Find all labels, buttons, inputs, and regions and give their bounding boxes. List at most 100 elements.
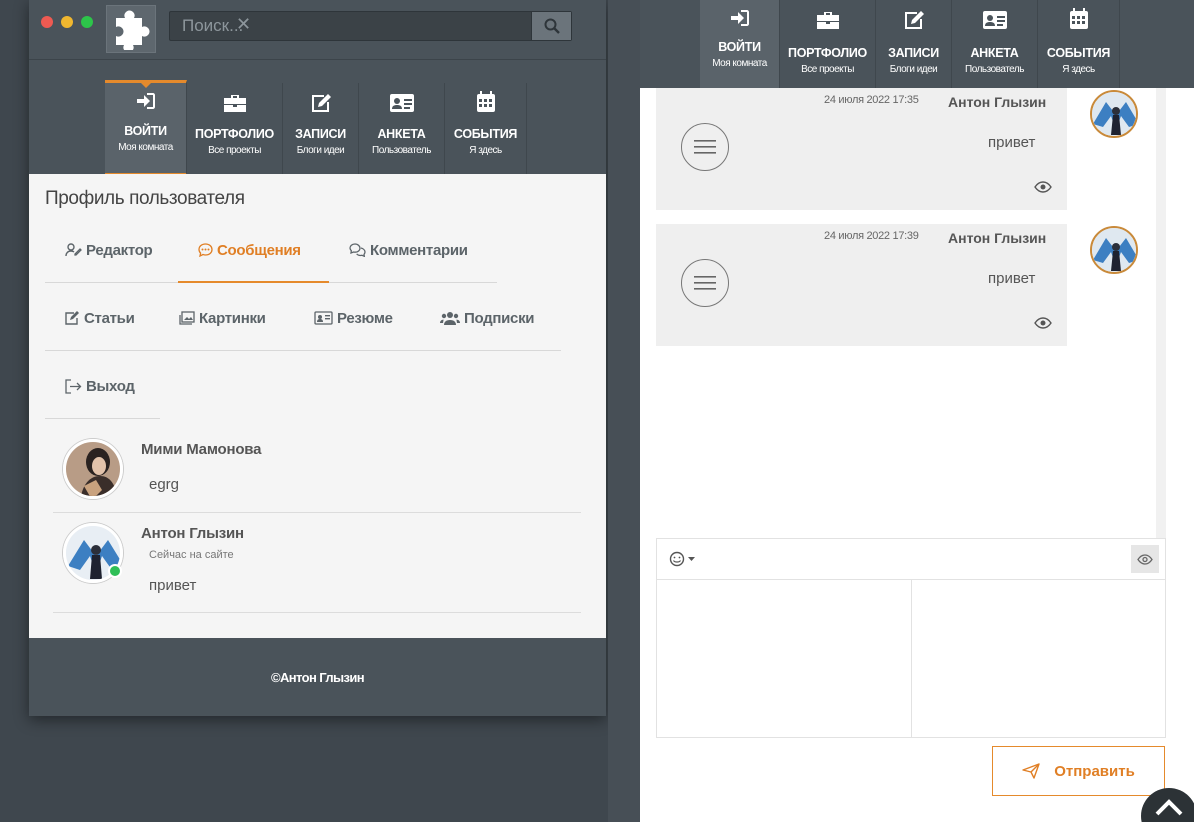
menu-icon <box>694 140 716 154</box>
message-text: привет <box>988 134 1036 151</box>
preview-button[interactable] <box>1131 545 1159 573</box>
nav-label: ПОРТФОЛИО <box>788 46 867 60</box>
conversation-preview: egrg <box>149 476 180 493</box>
online-status: Сейчас на сайте <box>149 549 234 561</box>
nav-posts[interactable]: ЗАПИСИ Блоги идеи <box>876 0 952 88</box>
tab-label: Картинки <box>199 309 266 327</box>
nav-sub: Все проекты <box>208 145 261 156</box>
nav-sub: Пользователь <box>965 64 1024 75</box>
page-title: Профиль пользователя <box>45 188 245 209</box>
tab-messages[interactable]: Сообщения <box>198 237 301 263</box>
tab-divider <box>45 350 561 351</box>
close-window-button[interactable] <box>41 16 53 28</box>
tab-images[interactable]: Картинки <box>179 305 266 331</box>
puzzle-icon <box>116 10 150 50</box>
sign-in-icon <box>136 93 155 109</box>
nav-sub: Моя комната <box>712 58 767 69</box>
edit-icon <box>311 94 331 112</box>
nav-profile[interactable]: АНКЕТА Пользователь <box>359 83 445 179</box>
footer: ©Антон Глызин <box>29 638 606 716</box>
nav-portfolio[interactable]: ПОРТФОЛИО Все проекты <box>780 0 876 88</box>
editor-toolbar <box>656 538 1166 580</box>
footer-copyright: ©Антон Глызин <box>270 669 365 685</box>
minimize-window-button[interactable] <box>61 16 73 28</box>
active-caret <box>140 83 151 88</box>
tab-label: Статьи <box>84 309 135 327</box>
nav-label: АНКЕТА <box>970 46 1019 60</box>
avatar-image <box>66 442 120 496</box>
message-date: 24 июля 2022 17:35 <box>824 94 919 106</box>
tab-articles[interactable]: Статьи <box>65 305 135 331</box>
conversation-item[interactable]: Мими Мамонова egrg <box>53 429 581 513</box>
nav-label: ПОРТФОЛИО <box>195 127 274 141</box>
active-tab-indicator <box>178 281 329 283</box>
tab-comments[interactable]: Комментарии <box>349 237 468 263</box>
users-icon <box>440 312 460 325</box>
briefcase-icon <box>223 95 246 112</box>
nav-login[interactable]: ВОЙТИ Моя комната <box>105 80 187 176</box>
eye-icon <box>1034 314 1052 333</box>
message-author: Антон Глызин <box>948 230 1047 246</box>
title-bar: ✕ <box>29 0 606 60</box>
message-text: привет <box>988 270 1036 287</box>
nav-sub: Блоги идеи <box>889 64 938 75</box>
edit-icon <box>904 11 924 29</box>
message-menu-button[interactable] <box>681 123 729 171</box>
nav-portfolio[interactable]: ПОРТФОЛИО Все проекты <box>187 83 283 179</box>
emoji-button[interactable] <box>669 551 695 567</box>
chevron-up-icon <box>1155 799 1183 816</box>
nav-sub: Моя комната <box>118 142 173 153</box>
clear-search-icon[interactable]: ✕ <box>236 14 251 35</box>
site-logo[interactable] <box>106 5 156 53</box>
briefcase-icon <box>816 12 839 29</box>
calendar-icon <box>1069 8 1088 29</box>
tab-subscriptions[interactable]: Подписки <box>440 305 535 331</box>
nav-login[interactable]: ВОЙТИ Моя комната <box>700 0 780 95</box>
nav-events[interactable]: СОБЫТИЯ Я здесь <box>1038 0 1120 88</box>
left-window: ✕ ВОЙТИ Моя комната ПОРТФОЛИО Все проект… <box>29 0 606 716</box>
search-input[interactable] <box>170 12 531 40</box>
maximize-window-button[interactable] <box>81 16 93 28</box>
eye-icon <box>1034 178 1052 197</box>
chat-messages: 24 июля 2022 17:35 Антон Глызин привет 2… <box>656 88 1156 538</box>
message-date: 24 июля 2022 17:39 <box>824 230 919 242</box>
chat-scrollbar[interactable] <box>1156 88 1166 538</box>
editor-split-divider <box>911 580 912 738</box>
message-menu-button[interactable] <box>681 259 729 307</box>
tab-label: Выход <box>86 377 135 395</box>
tab-label: Комментарии <box>370 241 468 259</box>
tab-logout[interactable]: Выход <box>65 373 135 399</box>
search-button[interactable] <box>531 12 571 40</box>
conversation-preview: привет <box>149 577 197 594</box>
tab-resume[interactable]: Резюме <box>314 305 393 331</box>
conversation-item[interactable]: Антон Глызин Сейчас на сайте привет <box>53 513 581 613</box>
nav-profile[interactable]: АНКЕТА Пользователь <box>952 0 1038 88</box>
id-card-icon <box>982 11 1007 29</box>
avatar-image <box>1092 92 1136 136</box>
online-indicator <box>108 564 122 578</box>
chat-message: 24 июля 2022 17:39 Антон Глызин привет <box>656 224 1067 346</box>
nav-label: ЗАПИСИ <box>295 127 346 141</box>
send-button[interactable]: Отправить <box>992 746 1165 796</box>
nav-sub: Блоги идеи <box>296 145 345 156</box>
avatar <box>1090 226 1138 274</box>
tab-label: Резюме <box>337 309 393 327</box>
nav-events[interactable]: СОБЫТИЯ Я здесь <box>445 83 527 179</box>
nav-label: ВОЙТИ <box>124 124 167 138</box>
id-card-icon <box>389 94 414 112</box>
profile-content: Профиль пользователя Редактор Сообщения … <box>29 174 606 638</box>
window-gap <box>608 0 640 822</box>
message-editor[interactable] <box>656 580 1166 738</box>
nav-label: ВОЙТИ <box>718 40 761 54</box>
tab-label: Сообщения <box>217 241 301 259</box>
nav-sub: Я здесь <box>469 145 502 156</box>
edit-icon <box>65 311 79 325</box>
nav-label: СОБЫТИЯ <box>453 127 518 141</box>
nav-label: ЗАПИСИ <box>888 46 939 60</box>
nav-posts[interactable]: ЗАПИСИ Блоги идеи <box>283 83 359 179</box>
comments-icon <box>349 243 366 257</box>
tab-editor[interactable]: Редактор <box>65 237 153 263</box>
tab-divider <box>45 418 160 419</box>
user-edit-icon <box>65 243 82 257</box>
conversation-name: Антон Глызин <box>141 525 244 542</box>
